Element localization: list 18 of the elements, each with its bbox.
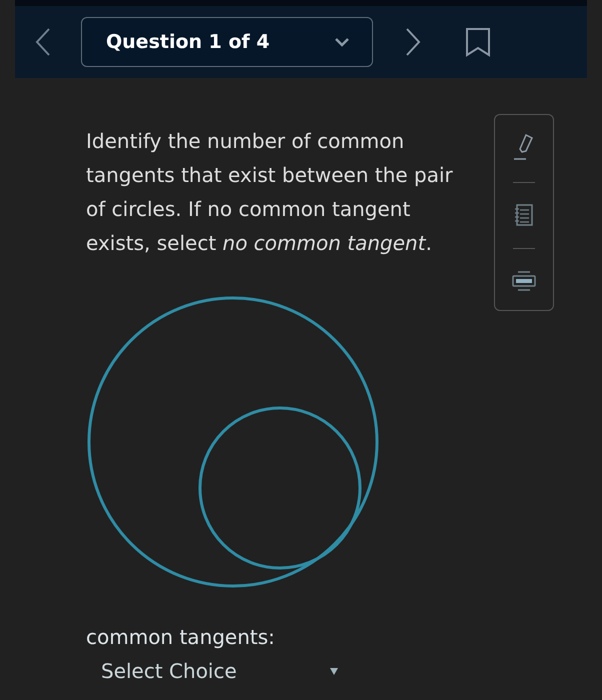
chevron-left-icon	[35, 27, 51, 57]
bookmark-button[interactable]	[465, 27, 491, 57]
dropdown-arrow-icon	[330, 667, 338, 675]
highlighter-icon	[512, 133, 536, 162]
answer-label: common tangents:	[86, 625, 276, 649]
bookmark-icon	[465, 27, 491, 57]
card-icon	[511, 270, 537, 292]
choice-select[interactable]: Select Choice	[86, 659, 338, 683]
question-selector[interactable]: Question 1 of 4	[81, 17, 373, 67]
question-text: Identify the number of common tangents that exist between the pair of circles. If no common tangent exists, select no common tangent.	[86, 128, 454, 257]
highlighter-button[interactable]	[512, 133, 536, 162]
chevron-right-icon	[405, 27, 421, 57]
chevron-down-icon	[334, 37, 350, 47]
reference-button[interactable]	[511, 270, 537, 292]
notepad-button[interactable]	[514, 203, 534, 228]
notepad-icon	[514, 203, 534, 228]
previous-button[interactable]	[35, 27, 51, 57]
next-button[interactable]	[405, 27, 421, 57]
